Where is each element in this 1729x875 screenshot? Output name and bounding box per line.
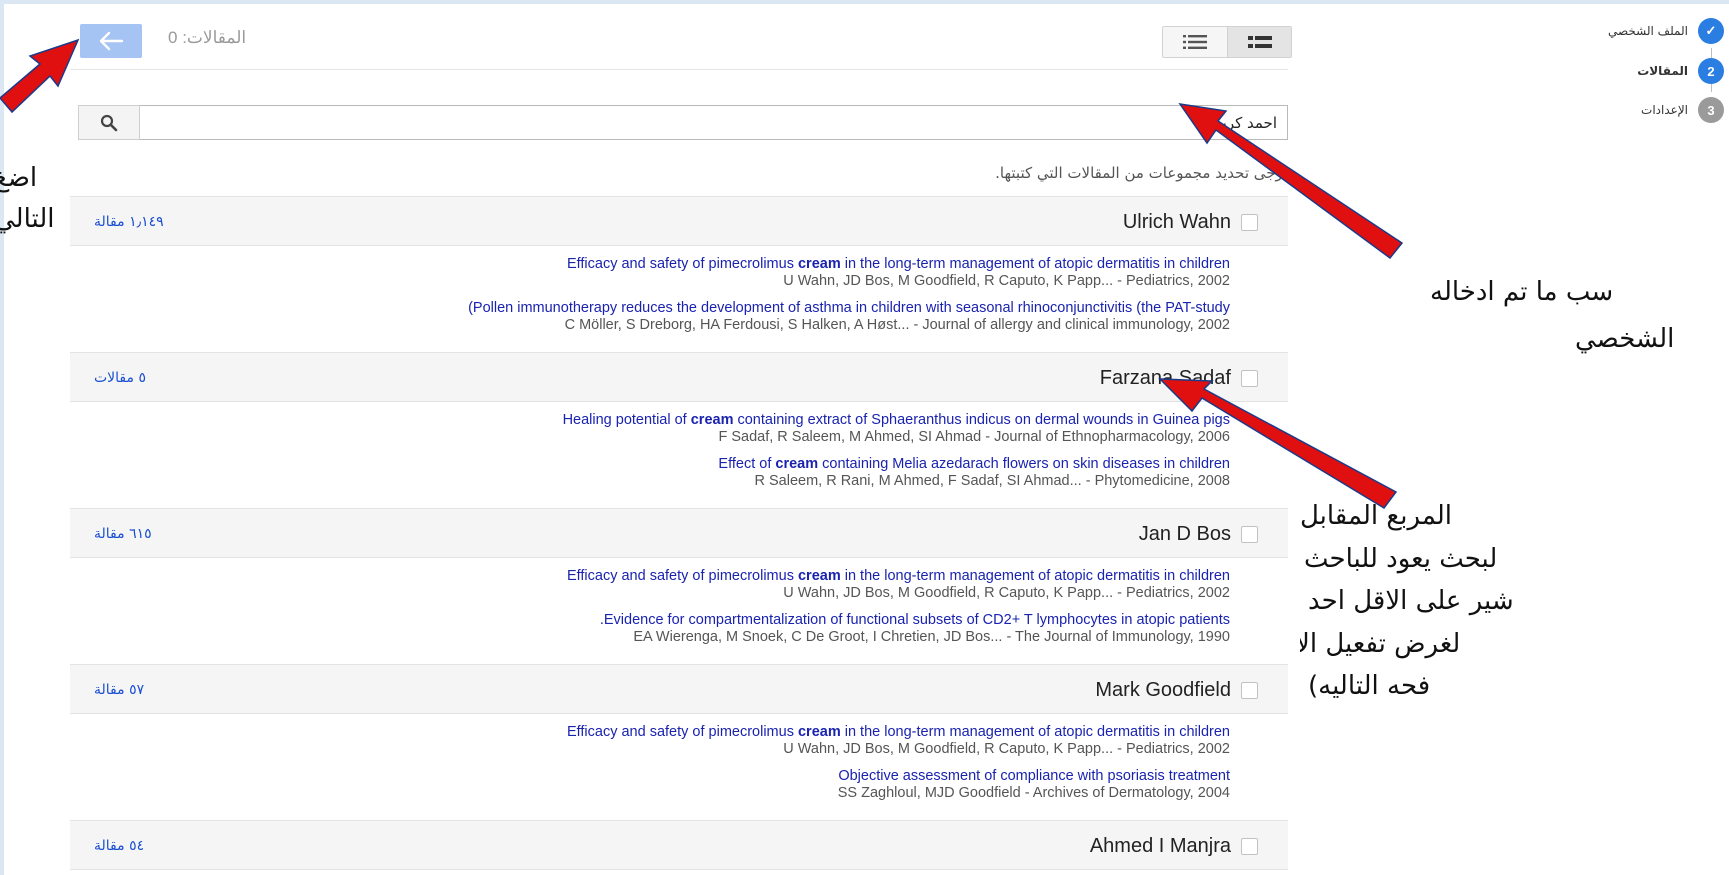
arrow-to-search-input <box>1178 102 1404 260</box>
annotation-arrows <box>0 38 1404 509</box>
arrow-to-checkbox <box>1158 378 1398 509</box>
arrow-to-back-button <box>0 38 80 114</box>
